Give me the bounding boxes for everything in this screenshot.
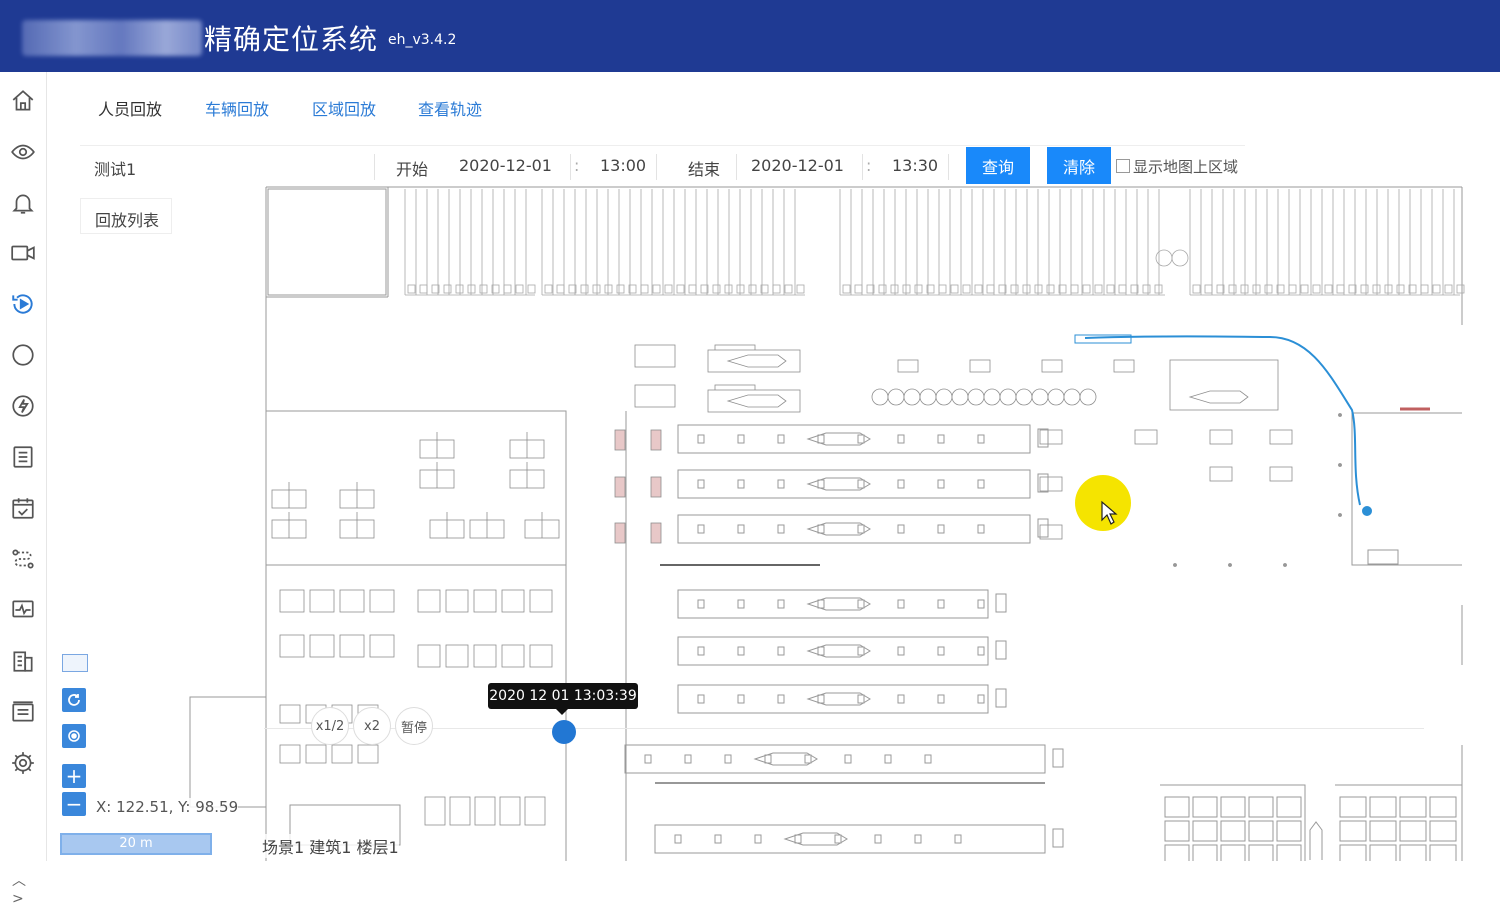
list-icon[interactable] (8, 442, 38, 472)
sidebar-collapse-toggle[interactable]: ︿ > (12, 872, 26, 908)
end-time-separator: : (866, 156, 872, 175)
end-date-input[interactable]: 2020-12-01 (751, 156, 844, 175)
tab-person-playback[interactable]: 人员回放 (98, 96, 162, 120)
x-value: 122.51, (116, 798, 174, 816)
building-icon[interactable] (8, 646, 38, 676)
checkbox-box[interactable] (1116, 159, 1130, 173)
playback-icon[interactable] (8, 289, 38, 319)
query-bar: 测试1 开始 2020-12-01 : 13:00 结束 2020-12-01 … (80, 145, 1245, 186)
ruler-icon[interactable] (62, 654, 88, 672)
map-scale-bar: 20 m (60, 833, 212, 855)
eye-icon[interactable] (8, 137, 38, 167)
floor-plan-drawing (189, 186, 1465, 861)
mouse-pointer-icon (1101, 500, 1118, 525)
x-label: X: (96, 798, 112, 816)
query-button[interactable]: 查询 (966, 147, 1030, 184)
app-version: eh_v3.4.2 (388, 32, 457, 48)
monitor-icon[interactable] (8, 595, 38, 625)
end-time-input[interactable]: 13:30 (892, 156, 938, 175)
playback-timeline[interactable] (264, 728, 1424, 729)
home-icon[interactable] (8, 86, 38, 116)
target-select[interactable]: 测试1 (94, 156, 136, 180)
refresh-icon[interactable] (62, 688, 86, 712)
clear-button[interactable]: 清除 (1047, 147, 1111, 184)
playback-time-tooltip: 2020 12 01 13:03:39 (488, 683, 638, 715)
show-area-checkbox[interactable]: 显示地图上区域 (1116, 156, 1238, 177)
show-area-label: 显示地图上区域 (1133, 158, 1239, 176)
floor-map[interactable] (180, 185, 1465, 861)
tab-view-track[interactable]: 查看轨迹 (418, 96, 482, 120)
start-label: 开始 (396, 160, 429, 179)
speed-half-button[interactable]: x1/2 (311, 707, 349, 745)
pause-button[interactable]: 暂停 (395, 707, 433, 745)
app-title: 精确定位系统 (204, 23, 379, 56)
tab-vehicle-playback[interactable]: 车辆回放 (205, 96, 269, 120)
locate-icon[interactable] (62, 724, 86, 748)
calendar-check-icon[interactable] (8, 493, 38, 523)
y-label: Y: (178, 798, 191, 816)
start-time-separator: : (574, 156, 580, 175)
end-label: 结束 (688, 160, 721, 179)
start-date-input[interactable]: 2020-12-01 (459, 156, 552, 175)
start-time-input[interactable]: 13:00 (600, 156, 646, 175)
video-icon[interactable] (8, 238, 38, 268)
y-value: 98.59 (195, 798, 239, 816)
zoom-in-button[interactable]: + (62, 764, 86, 788)
app-header: 精确定位系统 eh_v3.4.2 (0, 0, 1500, 72)
vehicle-position-marker[interactable] (1362, 506, 1372, 516)
scene-floor-label: 场景1 建筑1 楼层1 (262, 834, 399, 858)
gear-icon[interactable] (8, 748, 38, 778)
route-icon[interactable] (8, 544, 38, 574)
bell-icon[interactable] (8, 188, 38, 218)
circle-icon[interactable] (8, 340, 38, 370)
chevron-right-icon: > (12, 891, 24, 907)
zoom-out-button[interactable]: − (62, 792, 86, 816)
tab-area-playback[interactable]: 区域回放 (312, 96, 376, 120)
playback-scrubber-handle[interactable] (552, 720, 576, 744)
speed-double-button[interactable]: x2 (353, 707, 391, 745)
lightning-icon[interactable] (8, 391, 38, 421)
chevron-up-icon: ︿ (12, 873, 26, 889)
sidebar: ︿ > (0, 72, 47, 907)
report-icon[interactable] (8, 697, 38, 727)
company-logo (22, 20, 202, 56)
playlist-label: 回放列表 (80, 198, 172, 234)
cursor-coordinates: X: 122.51, Y: 98.59 (96, 798, 239, 816)
